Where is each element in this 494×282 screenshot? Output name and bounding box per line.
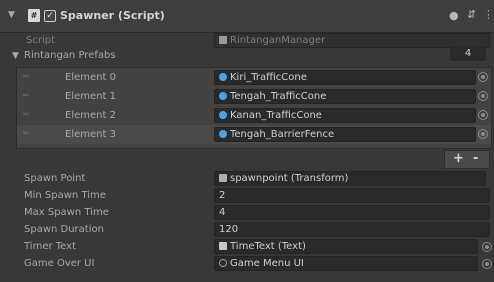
text-component-icon (219, 242, 227, 250)
enabled-checkbox[interactable]: ✓ (44, 10, 56, 22)
timer-text-field[interactable]: TimeText (Text) (214, 239, 478, 254)
min-spawn-time-field[interactable]: 2 (214, 188, 490, 203)
element-object-field[interactable]: Kanan_TrafficCone (214, 108, 476, 123)
game-over-ui-value: Game Menu UI (230, 258, 304, 269)
object-picker-icon[interactable] (478, 110, 488, 120)
list-element-row[interactable]: ═ Element 2 Kanan_TrafficCone (17, 106, 491, 125)
prefab-icon (219, 111, 227, 119)
list-foldout-icon[interactable]: ▼ (12, 51, 19, 61)
add-element-button[interactable]: + (453, 151, 464, 166)
object-picker-icon[interactable] (478, 91, 488, 101)
object-picker-icon[interactable] (482, 242, 492, 252)
element-object-field[interactable]: Tengah_TrafficCone (214, 89, 476, 104)
element-value: Kiri_TrafficCone (230, 72, 307, 83)
transform-icon (219, 174, 227, 182)
list-element-row[interactable]: ═ Element 1 Tengah_TrafficCone (17, 87, 491, 106)
list-size-field[interactable]: 4 (450, 46, 486, 61)
remove-element-button[interactable]: - (473, 151, 478, 166)
timer-text-label: Timer Text (24, 241, 76, 252)
element-value: Tengah_BarrierFence (230, 129, 335, 140)
script-label: Script (26, 35, 56, 46)
component-header[interactable]: ▼ # ✓ Spawner (Script) ● ⇵ ⋮ (0, 0, 494, 33)
drag-handle-icon[interactable]: ═ (23, 110, 29, 120)
object-picker-icon[interactable] (482, 259, 492, 269)
foldout-arrow-icon[interactable]: ▼ (8, 10, 15, 20)
more-options-icon[interactable]: ⋮ (483, 8, 494, 21)
min-spawn-time-label: Min Spawn Time (24, 190, 106, 201)
prefabs-list: ═ Element 0 Kiri_TrafficCone ═ Element 1… (16, 67, 492, 149)
prefab-icon (219, 130, 227, 138)
list-element-row-selected[interactable]: ═ Element 3 Tengah_BarrierFence (17, 125, 491, 144)
drag-handle-icon[interactable]: ═ (23, 129, 29, 139)
prefab-icon (219, 92, 227, 100)
gameobject-icon (219, 259, 227, 267)
max-spawn-time-field[interactable]: 4 (214, 205, 490, 220)
spawn-duration-field[interactable]: 120 (214, 222, 490, 237)
presets-icon[interactable]: ⇵ (467, 8, 476, 21)
timer-text-value: TimeText (Text) (230, 241, 306, 252)
script-field: RintanganManager (214, 33, 490, 48)
csharp-script-icon (219, 36, 227, 44)
spawn-duration-label: Spawn Duration (24, 224, 104, 235)
element-label: Element 2 (65, 110, 116, 121)
element-label: Element 1 (65, 91, 116, 102)
spawn-point-value: spawnpoint (Transform) (230, 173, 349, 184)
game-over-ui-field[interactable]: Game Menu UI (214, 256, 478, 271)
script-value: RintanganManager (230, 35, 326, 46)
max-spawn-time-label: Max Spawn Time (24, 207, 109, 218)
list-footer: + - (444, 150, 490, 169)
component-title: Spawner (Script) (60, 9, 165, 22)
prefabs-list-label[interactable]: Rintangan Prefabs (24, 50, 116, 61)
element-object-field[interactable]: Kiri_TrafficCone (214, 70, 476, 85)
list-element-row[interactable]: ═ Element 0 Kiri_TrafficCone (17, 68, 491, 87)
drag-handle-icon[interactable]: ═ (23, 72, 29, 82)
object-picker-icon[interactable] (478, 129, 488, 139)
element-object-field[interactable]: Tengah_BarrierFence (214, 127, 476, 142)
drag-handle-icon[interactable]: ═ (23, 91, 29, 101)
game-over-ui-label: Game Over UI (24, 258, 95, 269)
spawn-point-field[interactable]: spawnpoint (Transform) (214, 171, 486, 186)
element-label: Element 3 (65, 129, 116, 140)
help-icon[interactable]: ● (449, 9, 459, 22)
prefab-icon (219, 73, 227, 81)
object-picker-icon[interactable] (478, 72, 488, 82)
element-label: Element 0 (65, 72, 116, 83)
spawn-point-label: Spawn Point (24, 173, 86, 184)
script-icon: # (28, 9, 40, 22)
element-value: Kanan_TrafficCone (230, 110, 322, 121)
element-value: Tengah_TrafficCone (230, 91, 327, 102)
